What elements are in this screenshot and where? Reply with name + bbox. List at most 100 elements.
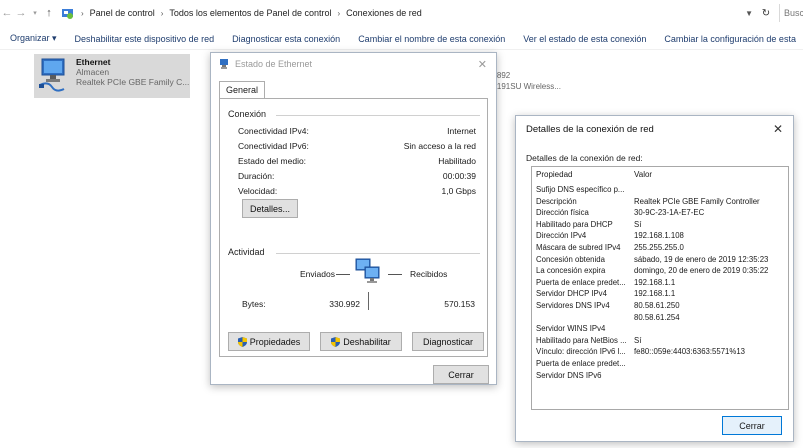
diagnose-button[interactable]: Diagnosticar [412, 332, 484, 351]
shield-icon [331, 336, 341, 347]
window-title: Estado de Ethernet [235, 59, 313, 69]
bytes-divider [368, 292, 369, 310]
list-item[interactable]: Puerta de enlace predet... 192.168.1.1 [536, 278, 786, 288]
list-item[interactable]: Vínculo: dirección IPv6 l... fe80::059e:4… [536, 347, 786, 357]
up-icon[interactable]: ↑ [42, 3, 56, 23]
window-title: Detalles de la conexión de red [526, 124, 654, 135]
list-item[interactable]: 80.58.61.254 [536, 313, 786, 323]
property-name: La concesión expira [536, 266, 606, 276]
column-header-value[interactable]: Valor [634, 170, 652, 179]
list-item[interactable]: Concesión obtenida sábado, 19 de enero de… [536, 255, 786, 265]
property-value: 30-9C-23-1A-E7-EC [634, 208, 705, 218]
row-label: Estado del medio: [238, 156, 307, 166]
background-fragment: 53892 [488, 71, 511, 80]
search-input[interactable]: Busc [779, 4, 803, 22]
property-value: domingo, 20 de enero de 2019 0:35:22 [634, 266, 769, 276]
dropdown-icon[interactable]: ▾ [28, 3, 42, 23]
property-name: Concesión obtenida [536, 254, 605, 264]
property-value: Sí [634, 219, 642, 229]
row-value: Sin acceso a la red [403, 141, 476, 151]
list-item[interactable]: La concesión expira domingo, 20 de enero … [536, 266, 786, 276]
property-name: Máscara de subred IPv4 [536, 243, 621, 252]
properties-label: Propiedades [249, 336, 301, 347]
list-item[interactable]: Servidor WINS IPv4 [536, 324, 786, 334]
property-value: 192.168.1.108 [634, 231, 684, 241]
row-label: Velocidad: [238, 186, 278, 196]
breadcrumb-item[interactable]: Todos los elementos de Panel de control [166, 8, 334, 18]
organize-menu[interactable]: Organizar ▾ [0, 33, 66, 44]
address-bar: ← → ▾ ↑ › Panel de control › Todos los e… [0, 0, 803, 26]
breadcrumb-item[interactable]: Panel de control [87, 8, 158, 18]
list-item[interactable]: Sufijo DNS específico p... [536, 185, 786, 195]
breadcrumb-separator: › [337, 8, 341, 18]
property-value: 192.168.1.1 [634, 289, 676, 299]
property-name: Servidor DHCP IPv4 [536, 289, 607, 299]
breadcrumb-item[interactable]: Conexiones de red [343, 8, 425, 18]
property-value: fe80::059e:4403:6363:5571%13 [634, 347, 745, 357]
refresh-icon[interactable]: ↻ [759, 8, 773, 19]
address-history-icon[interactable]: ▼ [745, 9, 753, 18]
connection-network: Almacen [76, 67, 110, 77]
connection-adapter: Realtek PCIe GBE Family C... [76, 77, 190, 87]
received-line [388, 274, 402, 275]
bytes-received-value: 570.153 [444, 299, 475, 309]
property-name: Dirección física [536, 208, 589, 218]
general-panel: Conexión Conectividad IPv4: Internet Con… [219, 98, 488, 357]
list-item[interactable]: Puerta de enlace predet... [536, 359, 786, 369]
row-label: Duración: [238, 171, 275, 181]
sent-line [336, 274, 350, 275]
forward-icon[interactable]: → [14, 3, 28, 23]
connection-name: Ethernet [76, 57, 111, 67]
column-header-property[interactable]: Propiedad [536, 170, 572, 179]
list-item[interactable]: Servidor DHCP IPv4 192.168.1.1 [536, 289, 786, 299]
command-bar: Organizar ▾ Deshabilitar este dispositiv… [0, 28, 803, 50]
close-button[interactable]: Cerrar [722, 416, 782, 435]
view-status-command[interactable]: Ver el estado de esta conexión [514, 34, 655, 44]
details-list[interactable]: Propiedad Valor Sufijo DNS específico p.… [531, 166, 789, 410]
window-titlebar[interactable]: Estado de Ethernet ✕ [211, 53, 496, 75]
list-item[interactable]: Dirección IPv4 192.168.1.108 [536, 231, 786, 241]
list-item[interactable]: Habilitado para NetBios ... Sí [536, 336, 786, 346]
close-icon[interactable]: ✕ [773, 122, 783, 136]
control-panel-icon [60, 6, 74, 20]
property-name: Habilitado para DHCP [536, 219, 613, 229]
list-item[interactable]: Dirección física 30-9C-23-1A-E7-EC [536, 208, 786, 218]
list-item[interactable]: Descripción Realtek PCIe GBE Family Contr… [536, 197, 786, 207]
bytes-sent-value: 330.992 [329, 299, 360, 309]
list-item[interactable]: Habilitado para DHCP Sí [536, 220, 786, 230]
disable-button[interactable]: Deshabilitar [320, 332, 402, 351]
network-icon [220, 59, 228, 69]
property-name: Puerta de enlace predet... [536, 359, 626, 368]
details-button[interactable]: Detalles... [242, 199, 298, 218]
window-titlebar[interactable]: Detalles de la conexión de red ✕ [516, 116, 793, 143]
change-settings-command[interactable]: Cambiar la configuración de esta [655, 34, 803, 44]
back-icon[interactable]: ← [0, 3, 14, 23]
disable-device-command[interactable]: Deshabilitar este dispositivo de red [66, 34, 224, 44]
disable-label: Deshabilitar [343, 336, 391, 347]
details-subtitle: Detalles de la conexión de red: [526, 153, 643, 163]
close-icon[interactable]: ✕ [478, 58, 487, 71]
tab-general[interactable]: General [219, 81, 266, 98]
diagnose-connection-command[interactable]: Diagnosticar esta conexión [223, 34, 349, 44]
property-value: 80.58.61.250 [634, 301, 680, 310]
property-name: Habilitado para NetBios ... [536, 335, 627, 345]
list-item[interactable]: Máscara de subred IPv4 255.255.255.0 [536, 243, 786, 253]
sent-label: Enviados [300, 269, 335, 279]
network-adapter-icon [38, 57, 70, 93]
activity-computers-icon [354, 257, 382, 287]
close-button[interactable]: Cerrar [433, 365, 489, 384]
tab-bar: General [219, 81, 266, 98]
breadcrumb[interactable]: › Panel de control › Todos los elementos… [60, 3, 745, 23]
properties-button[interactable]: Propiedades [228, 332, 310, 351]
list-item[interactable]: Servidor DNS IPv6 [536, 371, 786, 381]
address-actions: ▼ ↻ Busc [745, 4, 803, 22]
list-item[interactable]: Servidores DNS IPv4 80.58.61.250 [536, 301, 786, 311]
rename-connection-command[interactable]: Cambiar el nombre de esta conexión [349, 34, 514, 44]
property-value: sábado, 19 de enero de 2019 12:35:23 [634, 254, 769, 264]
activity-group-label: Actividad [228, 247, 268, 257]
group-divider [276, 115, 480, 116]
shield-icon [237, 336, 247, 347]
network-connection-item[interactable]: Ethernet Almacen Realtek PCIe GBE Family… [34, 54, 190, 98]
background-fragment: L8191SU Wireless... [488, 82, 561, 91]
breadcrumb-separator: › [160, 8, 164, 18]
